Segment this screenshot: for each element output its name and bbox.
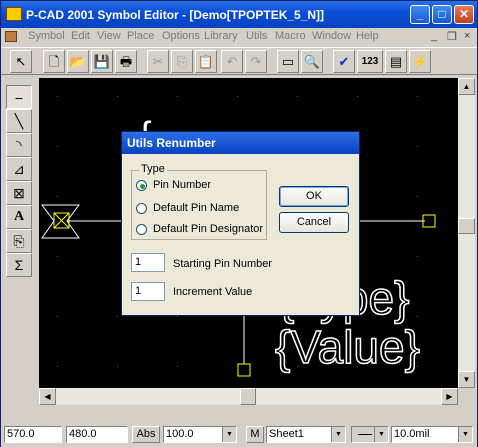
type-group-label: Type bbox=[139, 163, 167, 175]
vertical-scroll-thumb[interactable] bbox=[458, 218, 475, 234]
line-width-value: 10.0mil bbox=[394, 428, 430, 440]
menu-symbol[interactable]: Symbol bbox=[28, 30, 65, 42]
radio-default-pin-name[interactable]: Default Pin Name bbox=[136, 202, 266, 216]
menu-edit[interactable]: Edit bbox=[71, 30, 90, 42]
radio-pin-number[interactable]: Pin Number bbox=[136, 179, 266, 193]
validate-check-icon[interactable]: ✔ bbox=[333, 50, 355, 73]
undo-icon[interactable]: ↶ bbox=[221, 50, 243, 73]
menu-library[interactable]: Library bbox=[204, 30, 238, 42]
abs-toggle-button[interactable]: Abs bbox=[132, 426, 160, 443]
title-bar[interactable]: P-CAD 2001 Symbol Editor - [Demo[TPOPTEK… bbox=[1, 1, 477, 28]
new-file-icon[interactable]: 🗋 bbox=[43, 50, 65, 73]
canvas-value-text: {Value} bbox=[275, 321, 420, 373]
window-title: P-CAD 2001 Symbol Editor - [Demo[TPOPTEK… bbox=[26, 8, 325, 22]
paste-icon[interactable]: 📋 bbox=[195, 50, 217, 73]
ok-button[interactable]: OK bbox=[279, 186, 349, 207]
utils-renumber-dialog: Utils Renumber Type Pin Number Default P… bbox=[121, 131, 360, 316]
menu-window[interactable]: Window bbox=[312, 30, 351, 42]
pin-bottom-box bbox=[237, 363, 251, 377]
close-button[interactable]: ✕ bbox=[454, 5, 474, 24]
mdi-close-button[interactable]: × bbox=[464, 30, 470, 42]
chevron-down-icon: ▼ bbox=[374, 427, 388, 442]
chevron-down-icon: ▼ bbox=[331, 427, 345, 442]
save-icon[interactable]: 💾 bbox=[91, 50, 113, 73]
increment-value-label: Increment Value bbox=[173, 286, 253, 298]
radio-label: Default Pin Name bbox=[153, 202, 240, 214]
cut-icon[interactable]: ✂ bbox=[147, 50, 169, 73]
scroll-down-icon[interactable]: ▼ bbox=[458, 371, 475, 388]
radio-circle bbox=[136, 203, 147, 214]
x-coordinate-field[interactable]: 570.0 bbox=[4, 426, 62, 443]
starting-pin-number-label: Starting Pin Number bbox=[173, 258, 273, 270]
radio-label: Default Pin Designator bbox=[153, 223, 264, 235]
horizontal-scroll-thumb[interactable] bbox=[240, 388, 256, 405]
place-polygon-icon[interactable]: ⊿ bbox=[6, 157, 32, 181]
grid-select[interactable]: 100.0 ▼ bbox=[163, 426, 237, 443]
sheet-select[interactable]: Sheet1 ▼ bbox=[266, 426, 346, 443]
menu-place[interactable]: Place bbox=[127, 30, 155, 42]
redo-icon[interactable]: ↷ bbox=[245, 50, 267, 73]
copy-icon[interactable]: ⎘ bbox=[171, 50, 193, 73]
main-toolbar: ↖ 🗋 📂 💾 🖶 ✂ ⎘ 📋 ↶ ↷ ▭ 🔍 ✔ 123 ▤ ⚡ bbox=[1, 47, 477, 75]
radio-label: Pin Number bbox=[153, 179, 212, 191]
menu-bar: Symbol Edit View Place Options Library U… bbox=[1, 28, 477, 46]
mdi-restore-button[interactable]: ❐ bbox=[447, 30, 457, 43]
line-style-select[interactable]: ▼ bbox=[351, 426, 389, 443]
radio-circle bbox=[136, 180, 147, 191]
scroll-right-icon[interactable]: ▶ bbox=[441, 388, 458, 405]
minimize-button[interactable]: _ bbox=[410, 5, 430, 24]
maximize-button[interactable]: □ bbox=[432, 5, 452, 24]
chevron-down-icon: ▼ bbox=[458, 427, 472, 442]
document-icon[interactable] bbox=[5, 31, 17, 42]
line-style-icon bbox=[358, 434, 372, 435]
app-window: P-CAD 2001 Symbol Editor - [Demo[TPOPTEK… bbox=[0, 0, 478, 447]
app-icon bbox=[6, 7, 22, 21]
status-bar: 570.0 480.0 Abs 100.0 ▼ M Sheet1 ▼ ▼ 10.… bbox=[1, 423, 477, 447]
place-arc-icon[interactable]: ◝ bbox=[6, 133, 32, 157]
symbol-wizard-icon[interactable]: ⚡ bbox=[409, 50, 431, 73]
placement-toolbar: ⎯ ╲ ◝ ⊿ ⊠ A ⎘ Σ bbox=[6, 85, 34, 427]
scroll-left-icon[interactable]: ◀ bbox=[39, 388, 56, 405]
place-line-icon[interactable]: ╲ bbox=[6, 109, 32, 133]
place-field-icon[interactable]: ⎘ bbox=[6, 229, 32, 253]
place-pin-icon[interactable]: ⎯ bbox=[6, 85, 32, 109]
radio-default-pin-designator[interactable]: Default Pin Designator bbox=[136, 223, 266, 237]
scroll-up-icon[interactable]: ▲ bbox=[458, 78, 475, 95]
renumber-icon[interactable]: 123 bbox=[357, 50, 383, 73]
y-coordinate-field[interactable]: 480.0 bbox=[66, 426, 128, 443]
menu-macro[interactable]: Macro bbox=[275, 30, 306, 42]
horizontal-scrollbar[interactable]: ◀ ▶ bbox=[39, 388, 458, 405]
radio-selected-dot bbox=[140, 184, 145, 189]
place-attribute-icon[interactable]: Σ bbox=[6, 253, 32, 277]
open-folder-icon[interactable]: 📂 bbox=[67, 50, 89, 73]
grid-value: 100.0 bbox=[166, 428, 194, 440]
menu-options[interactable]: Options bbox=[162, 30, 200, 42]
menu-utils[interactable]: Utils bbox=[246, 30, 267, 42]
place-text-icon[interactable]: A bbox=[6, 205, 32, 229]
place-ref-point-icon[interactable]: ⊠ bbox=[6, 181, 32, 205]
sheet-value: Sheet1 bbox=[269, 428, 304, 440]
starting-pin-number-input[interactable]: 1 bbox=[131, 253, 165, 272]
menu-view[interactable]: View bbox=[97, 30, 121, 42]
zoom-icon[interactable]: 🔍 bbox=[301, 50, 323, 73]
increment-value-input[interactable]: 1 bbox=[131, 282, 165, 301]
chevron-down-icon: ▼ bbox=[222, 427, 236, 442]
menu-help[interactable]: Help bbox=[356, 30, 379, 42]
m-toggle-button[interactable]: M bbox=[246, 426, 264, 443]
vertical-scrollbar[interactable]: ▲ ▼ bbox=[458, 78, 475, 388]
select-tool-icon[interactable]: ↖ bbox=[10, 50, 32, 73]
print-icon[interactable]: 🖶 bbox=[115, 50, 137, 73]
dialog-title[interactable]: Utils Renumber bbox=[122, 132, 359, 154]
pin-table-icon[interactable]: ▤ bbox=[385, 50, 407, 73]
mdi-minimize-button[interactable]: _ bbox=[431, 30, 437, 42]
cancel-button[interactable]: Cancel bbox=[279, 212, 349, 233]
line-width-select[interactable]: 10.0mil ▼ bbox=[391, 426, 473, 443]
zoom-window-icon[interactable]: ▭ bbox=[277, 50, 299, 73]
radio-circle bbox=[136, 224, 147, 235]
